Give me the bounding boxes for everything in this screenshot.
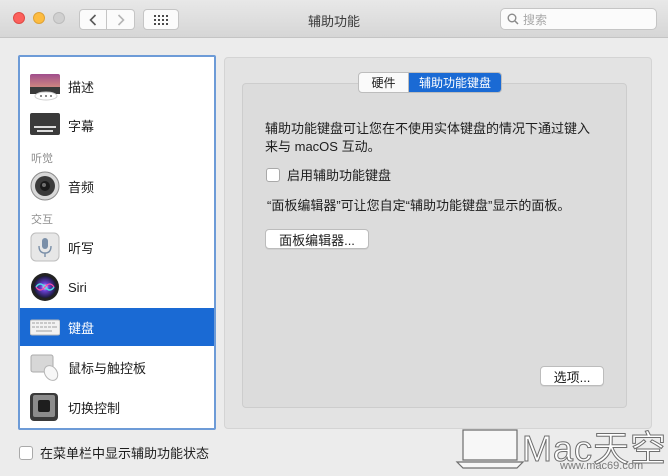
- sidebar-item-label: 描述: [68, 79, 95, 95]
- tab-bar: 硬件 辅助功能键盘: [358, 72, 503, 93]
- section-header-interaction: 交互: [31, 214, 53, 226]
- sidebar-item-label: 键盘: [68, 320, 95, 336]
- show-status-checkbox[interactable]: [19, 445, 33, 460]
- sidebar-item-label: 听写: [68, 240, 95, 256]
- sidebar-item-siri[interactable]: Siri: [20, 268, 214, 306]
- captions-icon: [30, 113, 60, 135]
- enable-keyboard-row[interactable]: 启用辅助功能键盘: [266, 165, 391, 184]
- panel-editor-description: “面板编辑器”可让您自定“辅助功能键盘”显示的面板。: [267, 198, 571, 213]
- section-header-hearing: 听觉: [31, 153, 53, 165]
- search-icon: [507, 13, 519, 25]
- description-line-2: 来与 macOS 互动。: [265, 139, 381, 154]
- sidebar-item-mouse-trackpad[interactable]: 鼠标与触控板: [20, 348, 214, 386]
- sidebar-item-audio[interactable]: 音频: [20, 167, 214, 205]
- speaker-icon: [30, 171, 60, 201]
- watermark-url: www.mac69.com: [560, 460, 644, 472]
- enable-keyboard-label: 启用辅助功能键盘: [287, 168, 392, 183]
- show-status-label: 在菜单栏中显示辅助功能状态: [40, 446, 210, 461]
- title-bar: 辅助功能 搜索: [0, 0, 668, 38]
- switch-control-icon: [30, 393, 58, 421]
- keyboard-icon: [30, 319, 60, 336]
- sidebar-item-label: 音频: [68, 179, 95, 195]
- system-preferences-window: 辅助功能 搜索 描述 字幕 听觉 音频 交互 听写 Siri 键盘 鼠标与触控板…: [0, 0, 668, 476]
- microphone-icon: [30, 232, 60, 262]
- mouse-trackpad-icon: [30, 354, 59, 381]
- description-icon: [30, 74, 60, 101]
- description-text: 辅助功能键盘可让您在不使用实体键盘的情况下通过键入 来与 macOS 互动。: [265, 120, 610, 156]
- sidebar-item-label: Siri: [68, 279, 87, 295]
- search-field[interactable]: 搜索: [500, 8, 657, 30]
- options-button[interactable]: 选项...: [540, 366, 604, 386]
- sidebar-item-description[interactable]: 描述: [20, 67, 214, 105]
- sidebar-item-label: 鼠标与触控板: [68, 360, 147, 376]
- tab-accessibility-keyboard[interactable]: 辅助功能键盘: [409, 73, 502, 92]
- sidebar-item-label: 切换控制: [68, 400, 121, 416]
- panel-editor-button[interactable]: 面板编辑器...: [265, 229, 369, 249]
- description-line-1: 辅助功能键盘可让您在不使用实体键盘的情况下通过键入: [265, 121, 591, 136]
- sidebar: 描述 字幕 听觉 音频 交互 听写 Siri 键盘 鼠标与触控板 切换控制: [18, 55, 216, 430]
- sidebar-item-label: 字幕: [68, 118, 95, 134]
- siri-icon: [31, 273, 59, 301]
- sidebar-item-dictation[interactable]: 听写: [20, 228, 214, 266]
- search-placeholder: 搜索: [523, 12, 548, 27]
- tab-hardware[interactable]: 硬件: [359, 73, 409, 92]
- sidebar-item-switch-control[interactable]: 切换控制: [20, 388, 214, 426]
- show-status-row[interactable]: 在菜单栏中显示辅助功能状态: [19, 443, 209, 462]
- sidebar-item-captions[interactable]: 字幕: [20, 106, 214, 144]
- sidebar-item-keyboard[interactable]: 键盘: [20, 308, 214, 346]
- enable-keyboard-checkbox[interactable]: [266, 167, 280, 182]
